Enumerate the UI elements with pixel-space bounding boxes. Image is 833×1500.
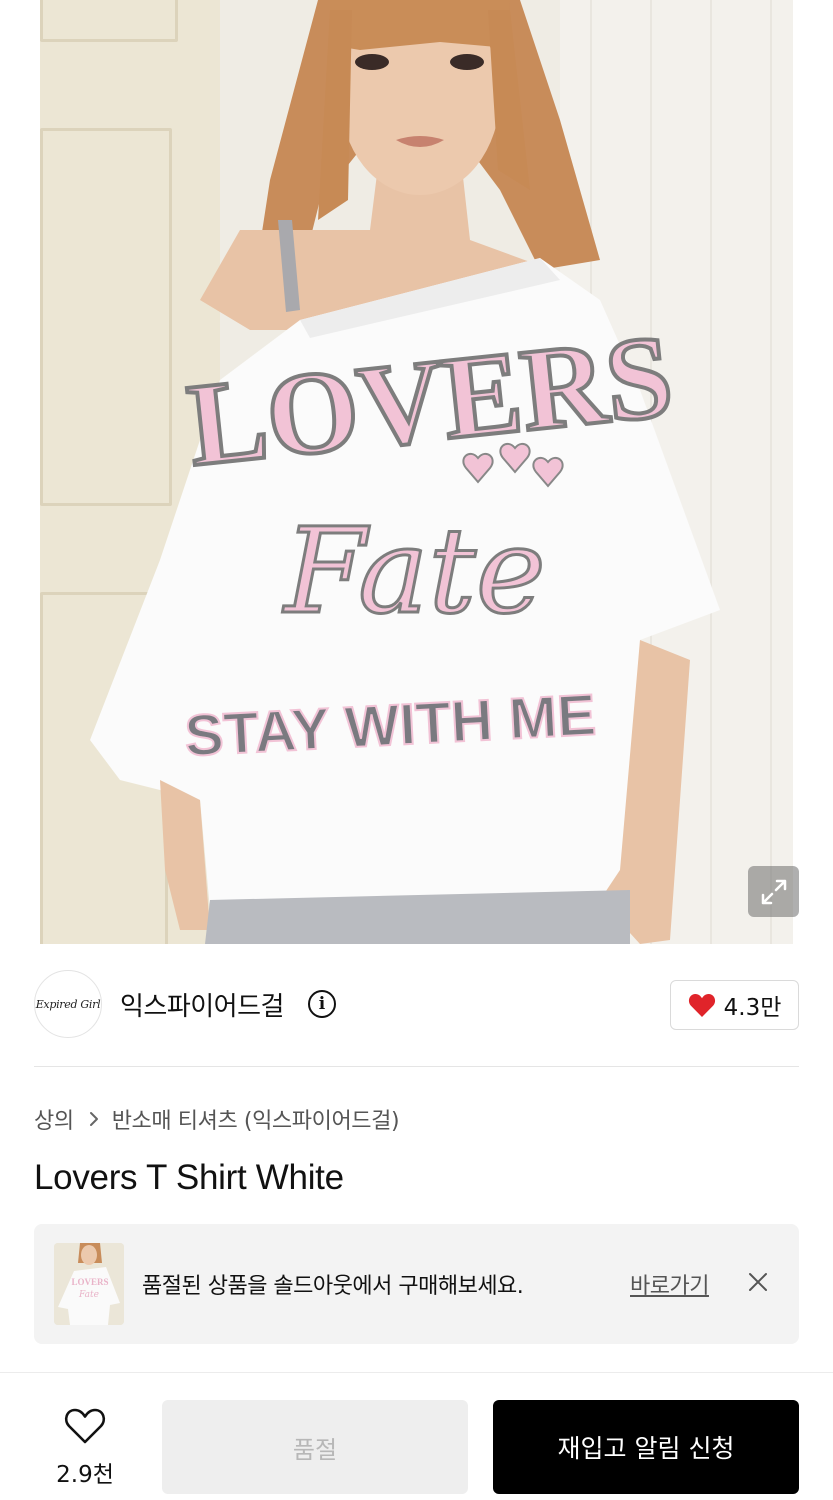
expand-image-button[interactable] xyxy=(748,866,799,917)
heart-filled-icon xyxy=(688,994,715,1017)
brand-like-count: 4.3만 xyxy=(723,995,782,1021)
model-illustration: LOVERS Fate STAY WITH ME xyxy=(90,0,720,944)
product-image[interactable]: LOVERS Fate STAY WITH ME xyxy=(0,0,833,944)
banner-text: 품절된 상품을 솔드아웃에서 구매해보세요. xyxy=(142,1274,524,1299)
print-line2: Fate xyxy=(282,502,545,640)
banner-shortcut-link[interactable]: 바로가기 xyxy=(630,1268,709,1300)
breadcrumb-category[interactable]: 상의 xyxy=(34,1103,74,1135)
expand-arrows-icon xyxy=(761,879,786,904)
brand-logo[interactable]: Expired Girl xyxy=(34,970,102,1038)
brand-logo-text: Expired Girl xyxy=(35,997,101,1011)
info-icon[interactable]: i xyxy=(308,990,336,1018)
heart-outline-icon xyxy=(64,1408,106,1444)
svg-text:LOVERS: LOVERS xyxy=(71,1277,108,1287)
restock-alert-button[interactable]: 재입고 알림 신청 xyxy=(493,1400,799,1494)
brand-name[interactable]: 익스파이어드걸 xyxy=(120,986,284,1023)
chevron-right-icon xyxy=(88,1110,100,1128)
svg-text:Fate: Fate xyxy=(78,1290,99,1300)
banner-thumbnail: LOVERS Fate xyxy=(54,1243,124,1325)
breadcrumb: 상의 반소매 티셔츠 (익스파이어드걸) xyxy=(34,1102,400,1136)
close-icon[interactable] xyxy=(746,1270,770,1294)
product-title: Lovers T Shirt White xyxy=(34,1158,344,1197)
brand-row: Expired Girl 익스파이어드걸 i 4.3만 xyxy=(34,970,799,1040)
soldout-banner: LOVERS Fate 품절된 상품을 솔드아웃에서 구매해보세요. 바로가기 xyxy=(34,1224,799,1344)
wishlist-count: 2.9천 xyxy=(56,1462,114,1488)
bottom-action-bar: 2.9천 품절 재입고 알림 신청 xyxy=(0,1372,833,1500)
divider xyxy=(34,1066,799,1067)
breadcrumb-subcategory[interactable]: 반소매 티셔츠 (익스파이어드걸) xyxy=(112,1103,400,1135)
brand-like-button[interactable]: 4.3만 xyxy=(670,980,799,1030)
wishlist-button[interactable]: 2.9천 xyxy=(40,1403,130,1489)
soldout-button: 품절 xyxy=(162,1400,468,1494)
